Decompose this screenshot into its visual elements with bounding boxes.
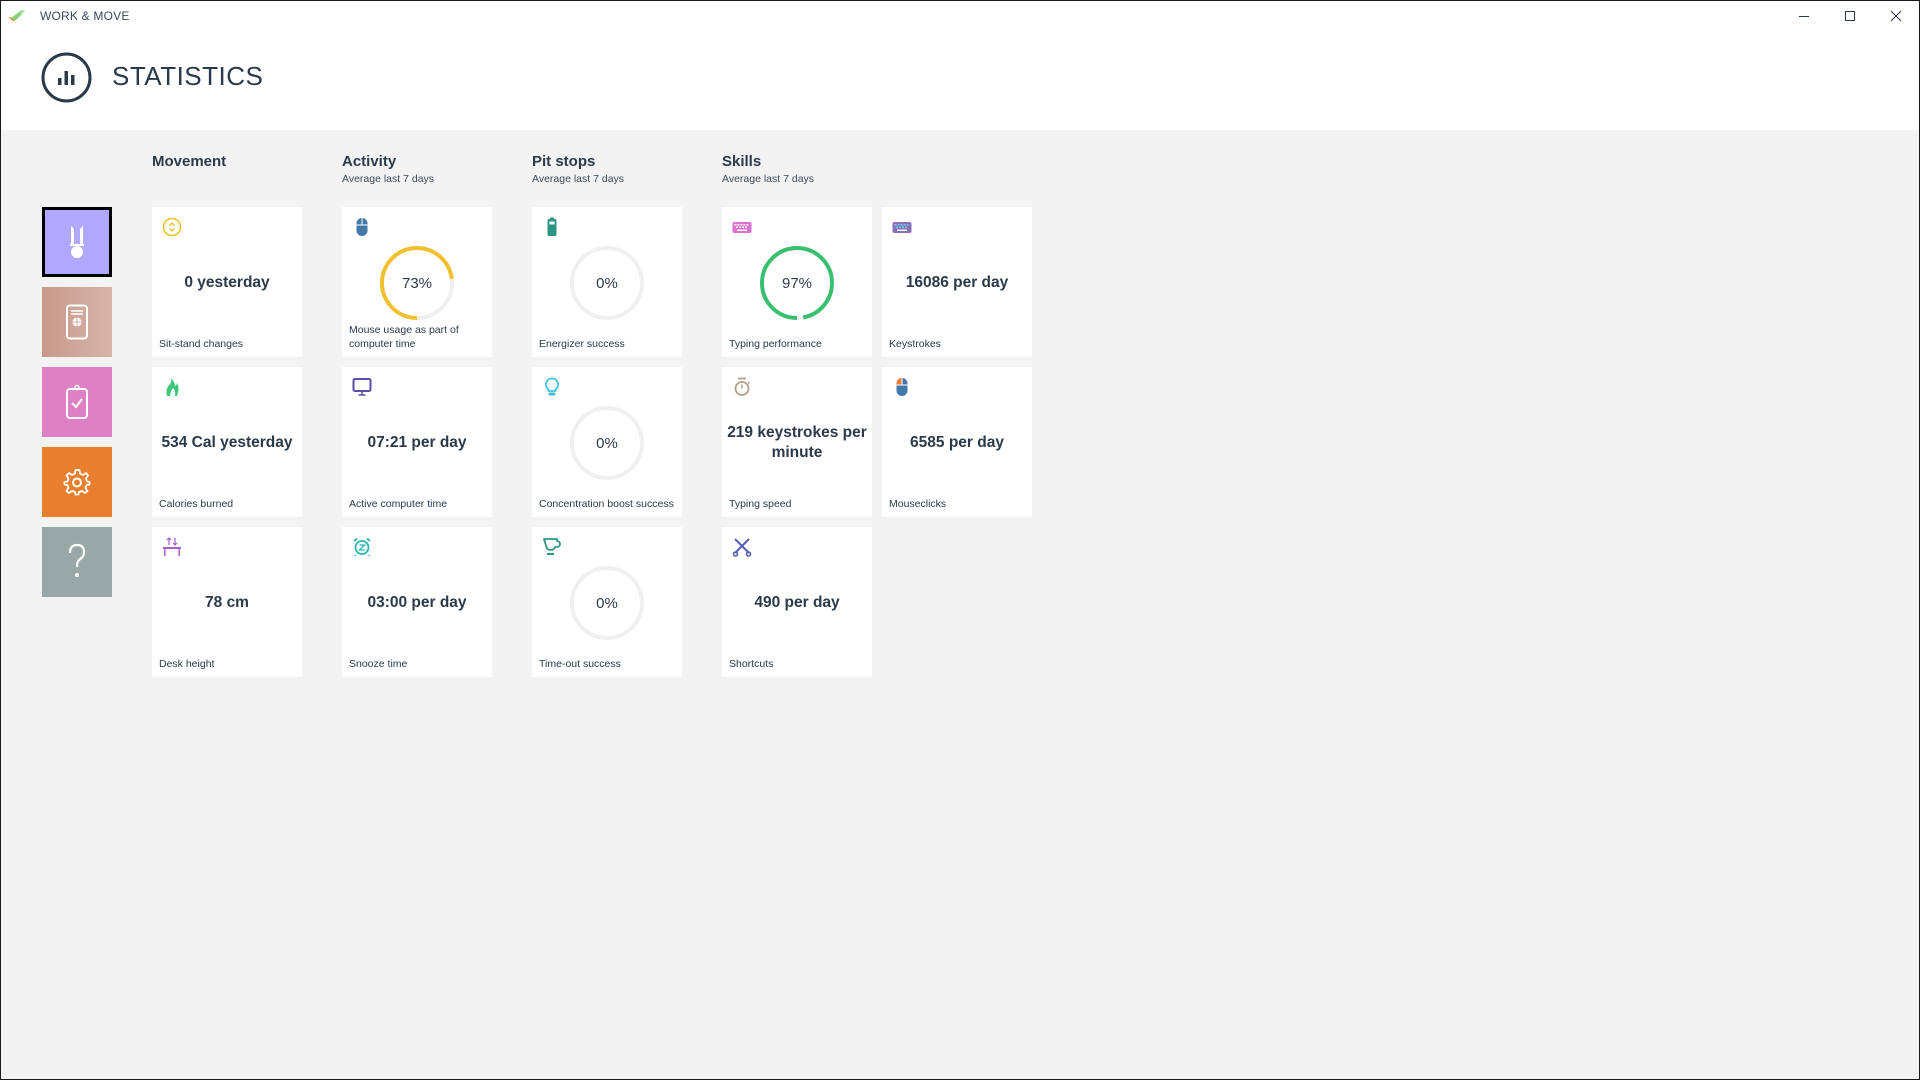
stat-card-desk-height: 78 cm Desk height (152, 527, 302, 677)
maximize-icon (1845, 11, 1855, 21)
section-subtitle-skills: Average last 7 days (722, 173, 815, 185)
stat-label: Keystrokes (889, 338, 941, 350)
stat-card-mouse-usage: 73% Mouse usage as part of computer time (342, 207, 492, 357)
stat-label: Mouse usage as part of computer time (349, 324, 459, 350)
stat-label: Typing speed (729, 498, 792, 510)
stat-label: Active computer time (349, 498, 448, 510)
stat-label: Calories burned (159, 498, 234, 510)
sidebar-item-help[interactable] (42, 527, 112, 597)
app-window: WORK & MOVE STATISTICS Movement Activity… (0, 0, 1920, 1080)
stat-card-snooze: 03:00 per day Snooze time (342, 527, 492, 677)
sidebar-item-passport[interactable] (42, 287, 112, 357)
stat-label: Sit-stand changes (159, 338, 244, 350)
stat-card-typing-performance: 97% Typing performance (722, 207, 872, 357)
medal-icon (70, 226, 84, 258)
stat-card-mouseclicks: 6585 per day Mouseclicks (882, 367, 1032, 517)
sidebar-item-clipboard[interactable] (42, 367, 112, 437)
close-icon (1890, 10, 1902, 22)
section-subtitle-activity: Average last 7 days (342, 173, 435, 185)
minimize-icon (1799, 16, 1809, 17)
page-title: STATISTICS (112, 61, 264, 91)
section-subtitle-pit-stops: Average last 7 days (532, 173, 625, 185)
stat-label: Snooze time (349, 658, 408, 670)
stat-label: Time-out success (539, 658, 621, 670)
sidebar-item-settings[interactable] (42, 447, 112, 517)
stat-card-concentration: 0% Concentration boost success (532, 367, 682, 517)
stat-label: Mouseclicks (889, 498, 947, 510)
stat-card-keystrokes: 16086 per day Keystrokes (882, 207, 1032, 357)
stat-card-energizer: 0% Energizer success (532, 207, 682, 357)
stat-label: Typing performance (729, 338, 822, 350)
stat-label: Shortcuts (729, 658, 774, 670)
passport-icon (66, 304, 88, 340)
gear-icon (63, 469, 91, 496)
stat-card-active-time: 07:21 per day Active computer time (342, 367, 492, 517)
page-header: STATISTICS (1, 31, 1919, 130)
app-title: WORK & MOVE (40, 9, 130, 23)
title-bar: WORK & MOVE (1, 1, 1919, 31)
app-logo-icon (9, 10, 25, 22)
stat-card-timeout: 0% Time-out success (532, 527, 682, 677)
close-button[interactable] (1873, 1, 1919, 31)
minimize-button[interactable] (1781, 1, 1827, 31)
clipboard-check-icon (66, 384, 88, 419)
stat-card-calories: 534 Cal yesterday Calories burned (152, 367, 302, 517)
bar-chart-circle-icon (41, 52, 92, 103)
section-title-activity: Activity (342, 153, 397, 170)
stat-card-sit-stand: 0 yesterday Sit-stand changes (152, 207, 302, 357)
section-title-skills: Skills (722, 153, 762, 170)
stat-label: Desk height (159, 658, 215, 670)
stat-label: Concentration boost success (539, 498, 674, 510)
stat-card-shortcuts: 490 per day Shortcuts (722, 527, 872, 677)
question-icon (68, 543, 86, 577)
maximize-button[interactable] (1827, 1, 1873, 31)
section-title-pit-stops: Pit stops (532, 153, 596, 170)
section-title-movement: Movement (152, 153, 227, 170)
sidebar-item-medal[interactable] (42, 207, 112, 277)
stat-label: Energizer success (539, 338, 625, 350)
stat-card-typing-speed: 219 keystrokes per minute Typing speed (722, 367, 872, 517)
